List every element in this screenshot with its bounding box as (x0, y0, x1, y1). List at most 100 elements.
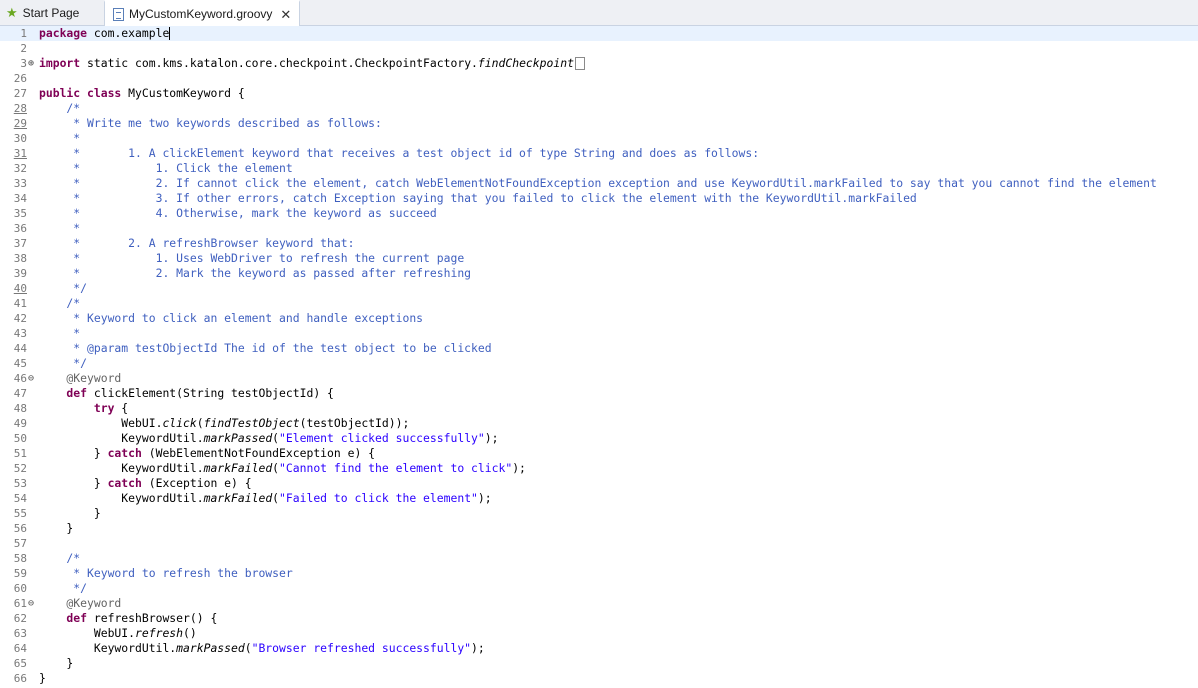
tab-start-page[interactable]: ★ Start Page (0, 0, 100, 25)
code-text: try { (39, 401, 129, 415)
code-line[interactable]: 1 package com.example (0, 26, 1198, 41)
code-line[interactable]: 3 ⊕ import static com.kms.katalon.core.che… (0, 56, 1198, 71)
code-line[interactable]: 54 KeywordUtil.markFailed("Failed to cli… (0, 491, 1198, 506)
code-line[interactable]: 49 WebUI.click(findTestObject(testObject… (0, 416, 1198, 431)
expand-fold-icon[interactable]: ⊕ (28, 56, 34, 71)
code-text: KeywordUtil.markPassed("Browser refreshe… (39, 641, 485, 655)
code-text: /* (39, 296, 81, 310)
line-number: 30 (13, 132, 27, 145)
code-text: } (39, 521, 74, 535)
code-text: * (39, 221, 81, 235)
code-text: public class MyCustomKeyword { (39, 86, 245, 100)
code-line[interactable]: 53 } catch (Exception e) { (0, 476, 1198, 491)
line-number: 49 (13, 417, 27, 430)
code-line[interactable]: 38 * 1. Uses WebDriver to refresh the cu… (0, 251, 1198, 266)
code-line[interactable]: 31 * 1. A clickElement keyword that rece… (0, 146, 1198, 161)
code-text: */ (39, 581, 88, 595)
line-number: 64 (13, 642, 27, 655)
code-line[interactable]: 37 * 2. A refreshBrowser keyword that: (0, 236, 1198, 251)
code-line[interactable]: 64 KeywordUtil.markPassed("Browser refre… (0, 641, 1198, 656)
line-number: 55 (13, 507, 27, 520)
line-number: 47 (13, 387, 27, 400)
code-line[interactable]: 40 */ (0, 281, 1198, 296)
code-line[interactable]: 44 * @param testObjectId The id of the t… (0, 341, 1198, 356)
collapsed-region-icon[interactable] (574, 57, 585, 70)
code-line[interactable]: 51 } catch (WebElementNotFoundException … (0, 446, 1198, 461)
code-line[interactable]: 66} (0, 671, 1198, 686)
code-line[interactable]: 35 * 4. Otherwise, mark the keyword as s… (0, 206, 1198, 221)
line-number: 45 (13, 357, 27, 370)
code-text: package com.example (39, 26, 171, 40)
code-text: /* (39, 101, 81, 115)
line-number: 43 (13, 327, 27, 340)
code-line[interactable]: 26 (0, 71, 1198, 86)
code-line[interactable]: 33 * 2. If cannot click the element, cat… (0, 176, 1198, 191)
code-line[interactable]: 56 } (0, 521, 1198, 536)
line-number: 41 (13, 297, 27, 310)
code-text: /* (39, 551, 81, 565)
line-number: 3 (20, 57, 27, 70)
line-number: 35 (13, 207, 27, 220)
code-line[interactable]: 30 * (0, 131, 1198, 146)
collapse-fold-icon[interactable]: ⊖ (28, 596, 34, 611)
code-line[interactable]: 39 * 2. Mark the keyword as passed after… (0, 266, 1198, 281)
line-number: 46 (13, 372, 27, 385)
code-editor[interactable]: 1 package com.example 2 3 ⊕ import static com… (0, 26, 1198, 688)
text-cursor (169, 27, 171, 40)
tab-start-page-label: Start Page (22, 5, 80, 20)
line-number: 33 (13, 177, 27, 190)
line-number: 59 (13, 567, 27, 580)
code-text: WebUI.refresh() (39, 626, 197, 640)
editor-tab-bar: ★ Start Page MyCustomKeyword.groovy ✕ (0, 0, 1198, 26)
code-line[interactable]: 60 */ (0, 581, 1198, 596)
code-line[interactable]: 45 */ (0, 356, 1198, 371)
code-text: * @param testObjectId The id of the test… (39, 341, 492, 355)
code-line[interactable]: 57 (0, 536, 1198, 551)
code-line[interactable]: 63 WebUI.refresh() (0, 626, 1198, 641)
code-line[interactable]: 46 ⊖ @Keyword (0, 371, 1198, 386)
code-line[interactable]: 41 /* (0, 296, 1198, 311)
code-line[interactable]: 2 (0, 41, 1198, 56)
code-line[interactable]: 55 } (0, 506, 1198, 521)
code-text: KeywordUtil.markFailed("Failed to click … (39, 491, 492, 505)
line-number: 37 (13, 237, 27, 250)
code-text: WebUI.click(findTestObject(testObjectId)… (39, 416, 410, 430)
code-line[interactable]: 34 * 3. If other errors, catch Exception… (0, 191, 1198, 206)
line-number: 1 (20, 27, 27, 40)
code-text: * Keyword to click an element and handle… (39, 311, 424, 325)
code-line[interactable]: 65 } (0, 656, 1198, 671)
code-line[interactable]: 27 public class MyCustomKeyword { (0, 86, 1198, 101)
tab-mycustomkeyword[interactable]: MyCustomKeyword.groovy ✕ (104, 0, 300, 26)
collapse-fold-icon[interactable]: ⊖ (28, 371, 34, 386)
code-text: */ (39, 281, 88, 295)
code-line[interactable]: 29 * Write me two keywords described as … (0, 116, 1198, 131)
code-text: * 3. If other errors, catch Exception sa… (39, 191, 917, 205)
code-line[interactable]: 28 /* (0, 101, 1198, 116)
code-line[interactable]: 61 ⊖ @Keyword (0, 596, 1198, 611)
line-number: 38 (13, 252, 27, 265)
code-line[interactable]: 58 /* (0, 551, 1198, 566)
line-number: 61 (13, 597, 27, 610)
code-line[interactable]: 59 * Keyword to refresh the browser (0, 566, 1198, 581)
line-number: 27 (13, 87, 27, 100)
line-number: 57 (13, 537, 27, 550)
code-line[interactable]: 32 * 1. Click the element (0, 161, 1198, 176)
close-icon[interactable]: ✕ (280, 8, 291, 21)
code-line[interactable]: 43 * (0, 326, 1198, 341)
line-number: 40 (13, 282, 27, 295)
code-text: @Keyword (39, 596, 122, 610)
code-line[interactable]: 42 * Keyword to click an element and han… (0, 311, 1198, 326)
code-text: * 1. Uses WebDriver to refresh the curre… (39, 251, 465, 265)
code-text: * 2. Mark the keyword as passed after re… (39, 266, 472, 280)
code-line[interactable]: 36 * (0, 221, 1198, 236)
code-line[interactable]: 47 def clickElement(String testObjectId)… (0, 386, 1198, 401)
code-line[interactable]: 62 def refreshBrowser() { (0, 611, 1198, 626)
line-number: 62 (13, 612, 27, 625)
line-number: 39 (13, 267, 27, 280)
code-line[interactable]: 50 KeywordUtil.markPassed("Element click… (0, 431, 1198, 446)
code-line[interactable]: 48 try { (0, 401, 1198, 416)
line-number: 50 (13, 432, 27, 445)
code-text: * 1. Click the element (39, 161, 293, 175)
code-line[interactable]: 52 KeywordUtil.markFailed("Cannot find t… (0, 461, 1198, 476)
line-number: 58 (13, 552, 27, 565)
